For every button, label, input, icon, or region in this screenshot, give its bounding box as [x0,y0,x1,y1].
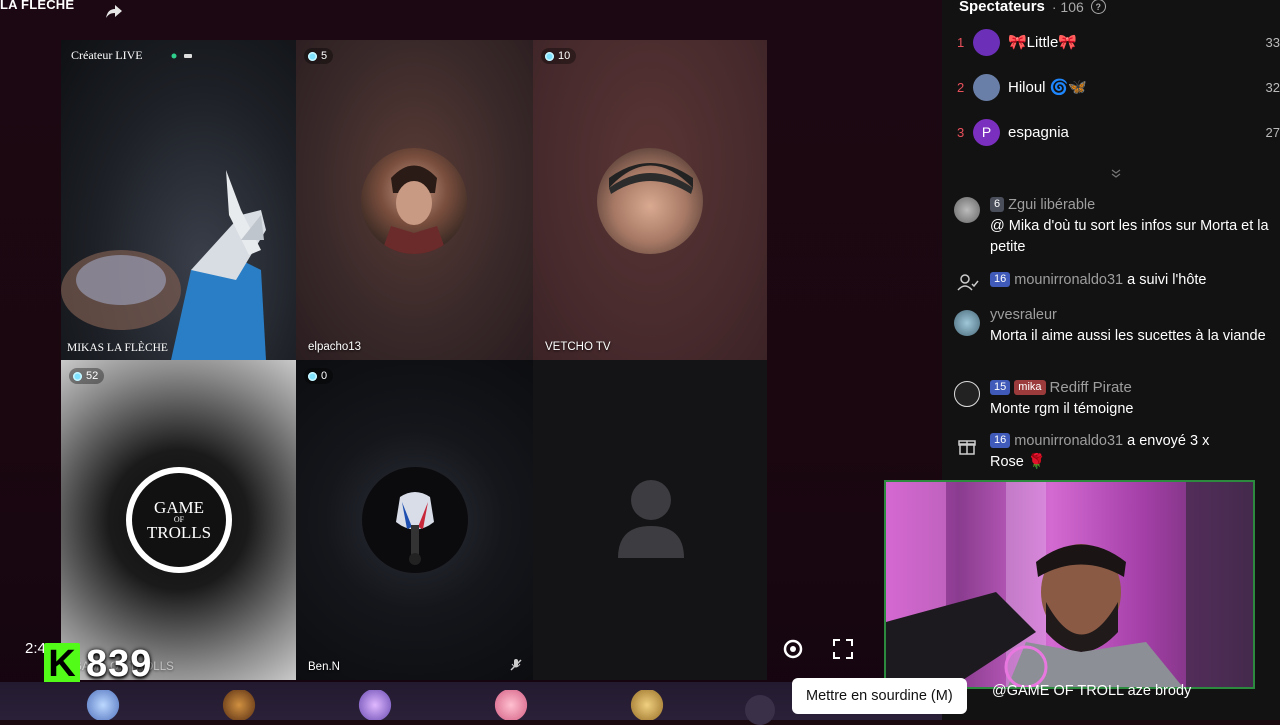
diamond-badge: 0 [304,368,334,384]
rank-username: espagnia [1008,123,1069,141]
tile-name: Ben.N [308,661,340,673]
chat-text: @GAME OF TROLL aze brody [992,683,1192,699]
gift-item[interactable] [630,690,664,720]
mic-muted-icon [510,659,522,671]
chat-username[interactable]: mounirronaldo31 [1014,433,1123,449]
chat-username[interactable]: Rediff Pirate [1050,379,1132,396]
creator-live-label: Créateur LIVE [71,48,143,62]
game-of-trolls-logo: GAME OF TROLLS [126,467,232,573]
rank-number: 2 [957,79,965,95]
chat-username[interactable]: mounirronaldo31 [1014,272,1123,288]
chat-username[interactable]: yvesraleur [990,307,1057,323]
gift-item[interactable] [494,690,528,720]
diamond-icon [308,371,317,381]
gift-item[interactable] [86,690,120,720]
viewers-title: Spectateurs [959,0,1045,15]
gift-item[interactable] [358,690,392,720]
guest-tile[interactable]: 0 Ben.N [296,360,533,680]
chat-message: 6 Zgui libérable @ Mika d'où tu sort les… [954,195,1274,257]
avatar [954,197,980,223]
guest-grid: Créateur LIVE MIKAS LA FLÈCHE 5 elpacho1… [61,40,767,680]
help-icon[interactable]: ? [1090,0,1106,14]
live-stage: LA FLÈCHE Créateur LIVE MIKAS LA FLÈCHE … [0,0,942,725]
avatar [954,310,980,336]
gift-item[interactable] [222,690,256,720]
avatar: P [973,118,1000,146]
tile-name: elpacho13 [308,341,362,353]
gift-icon [958,440,976,455]
empty-guest-slot[interactable] [533,360,767,680]
rank-score: 33 [1265,34,1280,50]
viewer-count: 839 [86,642,153,685]
diamond-badge: 10 [541,48,577,64]
tile-name: MIKAS LA FLÈCHE [67,342,168,354]
chat-message: 16 mounirronaldo31 a suivi l'hôte [954,270,1274,294]
rank-score: 27 [1265,124,1280,140]
chat-message: yvesraleur Morta il aime aussi les sucet… [954,305,1274,367]
viewers-count: · 106 [1051,0,1084,15]
mute-tooltip: Mettre en sourdine (M) [792,678,967,714]
viewers-header: Spectateurs · 106 ? [959,0,1106,15]
diamond-badge: 5 [304,48,334,64]
level-badge: 6 [990,197,1005,212]
person-placeholder-icon [618,480,684,558]
fan-club-badge: mika [1014,380,1046,395]
ranking-row[interactable]: 2 Hiloul 🌀🦋 32 [957,73,1280,101]
guest-tile[interactable]: 5 elpacho13 [296,40,533,360]
host-name: LA FLÈCHE [0,0,75,12]
level-badge: 16 [990,272,1011,287]
host-video [61,170,266,360]
level-badge: 15 [990,380,1011,395]
chat-message: 15 mika Rediff Pirate Monte rgm il témoi… [954,377,1274,421]
rank-number: 1 [957,34,965,50]
guest-tile[interactable]: 10 VETCHO TV [533,40,767,360]
chat-text: Monte rgm il témoigne [990,401,1134,417]
avatar [954,381,980,407]
guest-tile-host[interactable]: Créateur LIVE MIKAS LA FLÈCHE [61,40,296,360]
fullscreen-icon[interactable] [832,638,854,660]
kick-logo: K [44,643,80,685]
chat-text: @ Mika d'où tu sort les infos sur Morta … [990,218,1269,255]
guest-avatar [597,148,703,254]
ranking-row[interactable]: 1 🎀Little🎀 33 [957,28,1280,56]
guest-tile[interactable]: 52 GAME OF TROLLS GAME OF TROLLS [61,360,296,680]
kick-viewer-counter: K 839 [44,643,152,685]
level-badge: 16 [990,433,1011,448]
webcam-feed [886,482,1253,687]
rank-number: 3 [957,124,965,140]
rank-username: 🎀Little🎀 [1008,34,1078,51]
avatar [973,28,1000,56]
diamond-icon [545,51,554,61]
chat-text: Morta il aime aussi les sucettes à la vi… [990,328,1266,344]
chat-text: Rose 🌹 [990,454,1046,470]
diamond-icon [73,371,82,381]
rank-score: 32 [1265,79,1280,95]
follow-icon [957,274,979,291]
chat-message: 16 mounirronaldo31 a envoyé 3 x Rose 🌹 [954,431,1274,475]
guest-avatar [362,467,468,573]
chat-text: a envoyé 3 x [1127,433,1210,449]
streamer-webcam [884,480,1255,689]
settings-icon[interactable] [781,637,805,661]
chevron-down-icon[interactable] [1110,167,1122,179]
tile-name: VETCHO TV [545,341,611,353]
avatar [973,73,1000,101]
rank-username: Hiloul 🌀🦋 [1008,79,1088,96]
share-icon[interactable] [105,2,123,20]
ranking-row[interactable]: 3 P espagnia 27 [957,118,1280,146]
diamond-badge: 52 [69,368,105,384]
signal-icon [171,53,192,59]
top-bar: LA FLÈCHE [0,0,942,22]
expand-gifts-button[interactable] [745,695,775,725]
diamond-icon [308,51,317,61]
guest-avatar [361,148,467,254]
chat-username[interactable]: Zgui libérable [1008,197,1095,213]
chat-text: a suivi l'hôte [1127,272,1207,288]
